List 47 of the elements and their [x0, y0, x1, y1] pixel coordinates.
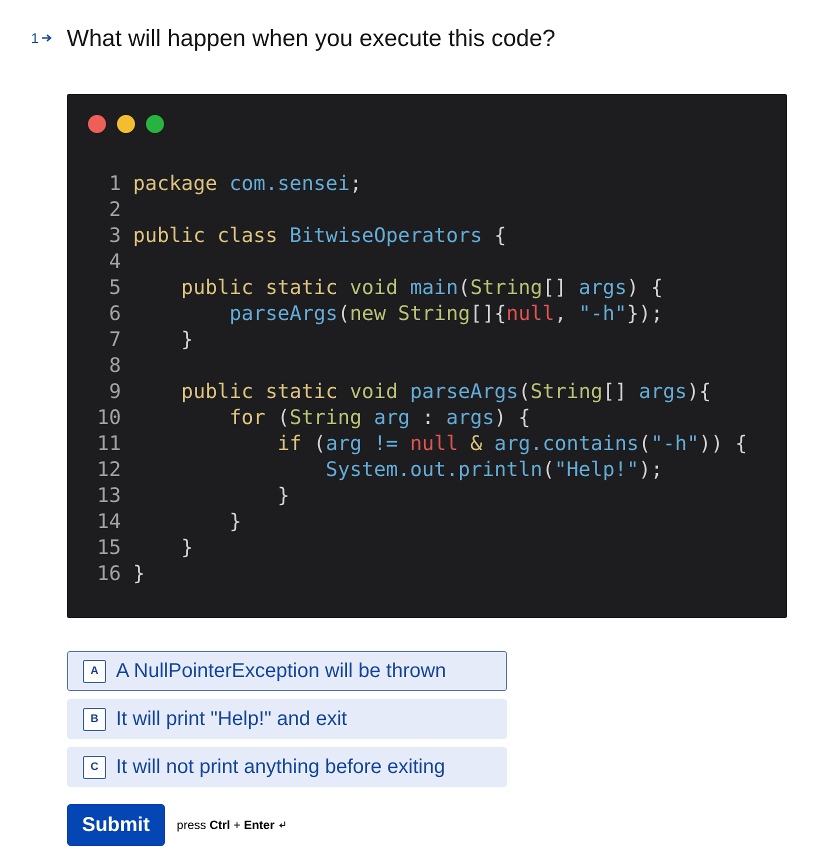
code-line: parseArgs(new String[]{null, "-h"}); [229, 300, 663, 327]
close-dot-icon [88, 115, 106, 133]
code-line: } [181, 326, 194, 353]
option-text: It will print "Help!" and exit [116, 707, 347, 732]
line-number: 4 [108, 248, 121, 275]
line-number: 3 [108, 222, 121, 249]
code-line: if (arg != null & arg.contains("-h")) { [278, 430, 748, 457]
line-number: 2 [108, 196, 121, 223]
code-line: } [133, 560, 146, 587]
question-text: What will happen when you execute this code? [66, 24, 556, 52]
answer-option[interactable]: A A NullPointerException will be thrown [67, 651, 507, 691]
answer-option[interactable]: C It will not print anything before exiting [67, 747, 507, 787]
line-number: 13 [97, 482, 121, 509]
line-number: 15 [97, 534, 121, 561]
arrow-right-icon [42, 34, 52, 42]
code-line: } [181, 534, 194, 561]
option-text: It will not print anything before exiting [116, 755, 446, 780]
line-number: 5 [108, 274, 121, 301]
code-line: } [278, 482, 290, 509]
minimize-dot-icon [117, 115, 135, 133]
option-text: A NullPointerException will be thrown [116, 659, 446, 684]
code-line: for (String arg : args) { [229, 404, 530, 431]
line-number: 11 [97, 430, 121, 457]
line-number: 9 [108, 378, 121, 405]
line-number: 12 [97, 456, 121, 483]
option-letter: C [83, 756, 106, 778]
line-number: 7 [108, 326, 121, 353]
code-line: public class BitwiseOperators { [133, 222, 506, 249]
option-letter: A [83, 660, 106, 682]
code-line: System.out.println("Help!"); [326, 456, 663, 483]
line-number: 10 [97, 404, 121, 431]
line-number: 16 [97, 560, 121, 587]
keyboard-hint: press Ctrl + Enter [176, 817, 275, 834]
submit-button[interactable]: Submit [67, 804, 165, 846]
line-number: 1 [108, 170, 121, 197]
line-number: 6 [108, 300, 121, 327]
option-letter: B [83, 708, 106, 730]
code-line: public static void main(String[] args) { [181, 274, 663, 301]
question-number: 1 [31, 31, 39, 45]
code-line: package com.sensei; [133, 170, 362, 197]
answer-option[interactable]: B It will print "Help!" and exit [67, 699, 507, 739]
maximize-dot-icon [146, 115, 164, 133]
code-line: } [229, 508, 242, 535]
code-line: public static void parseArgs(String[] args){ [181, 378, 712, 405]
return-key-icon [278, 821, 286, 829]
line-number: 8 [108, 352, 121, 379]
line-number: 14 [97, 508, 121, 535]
